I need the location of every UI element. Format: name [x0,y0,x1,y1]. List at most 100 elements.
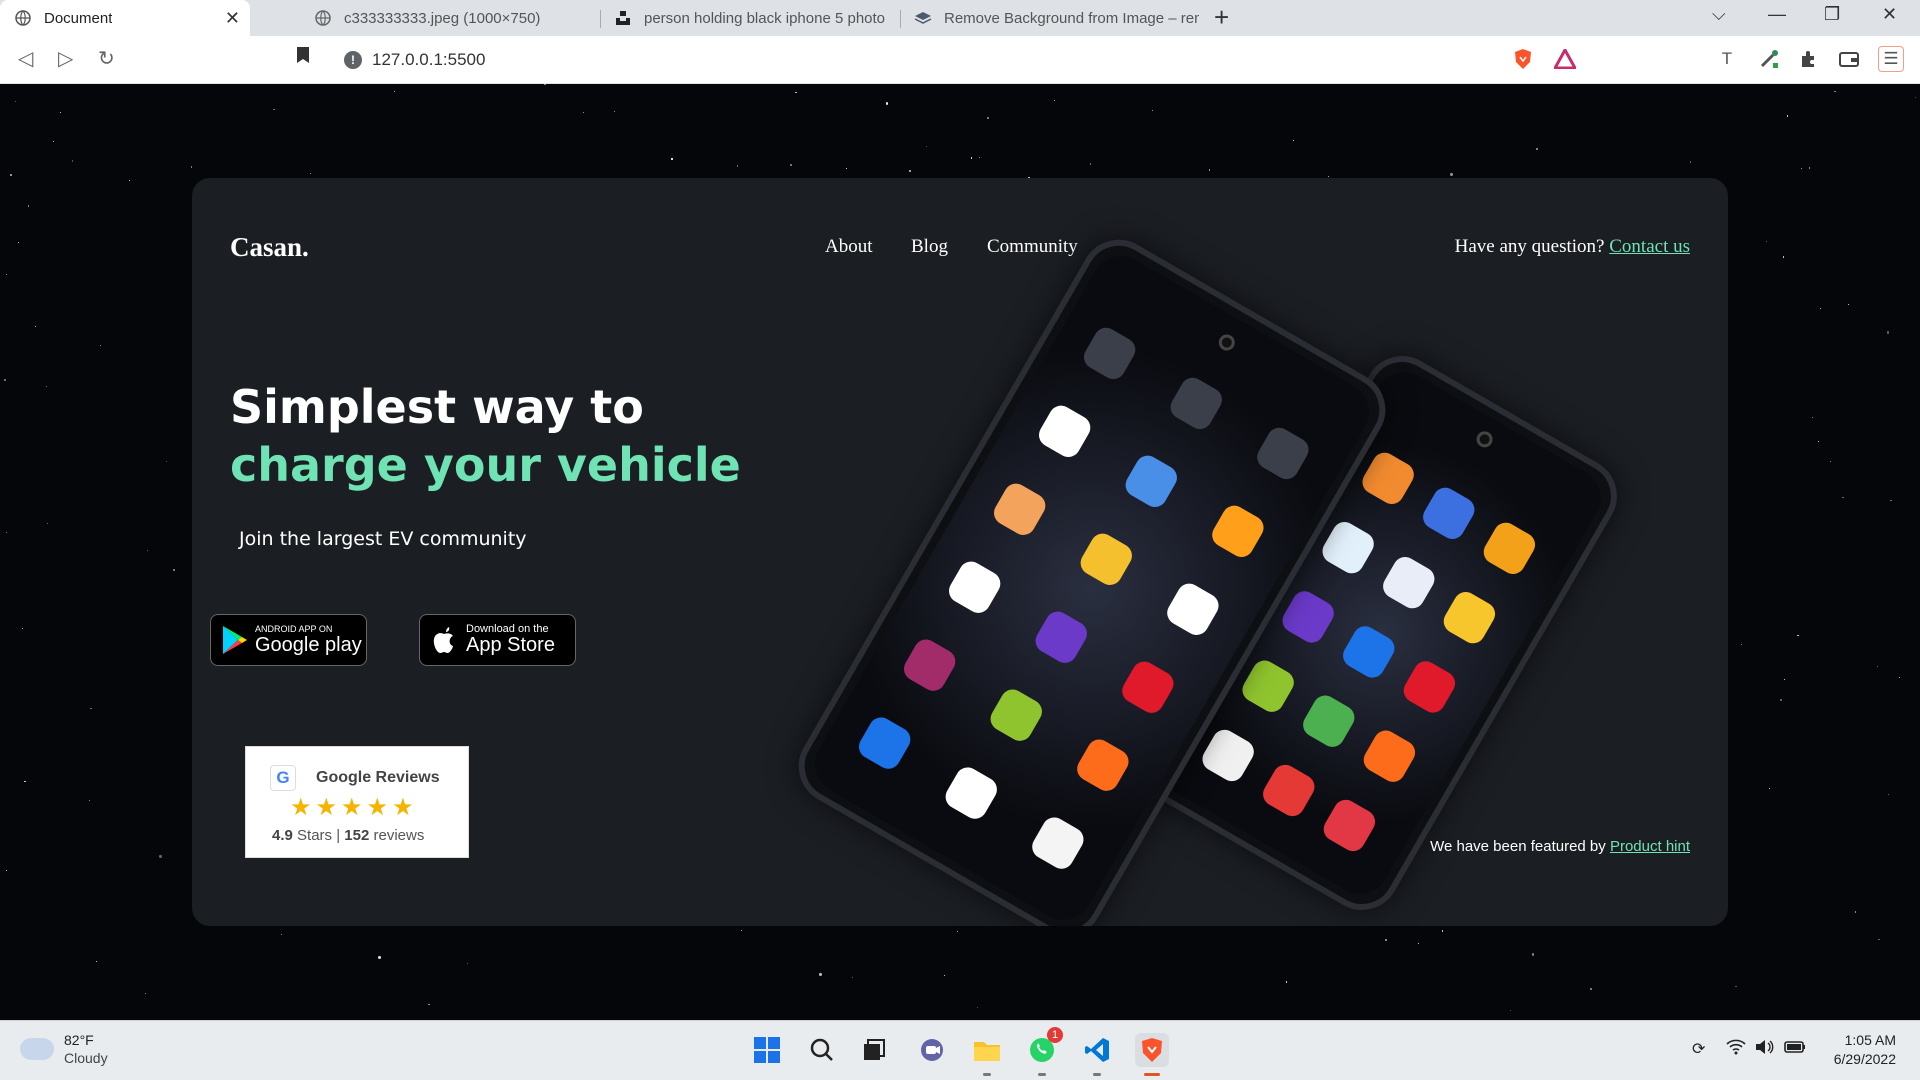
clock-time: 1:05 AM [1844,1032,1896,1048]
page-background: Casan. About Blog Community Have any que… [0,84,1920,1020]
extension-picker-icon[interactable] [1756,46,1782,72]
star [1784,679,1786,681]
extensions-puzzle-icon[interactable] [1796,46,1822,72]
file-explorer-icon[interactable] [970,1033,1004,1067]
browser-tab-bar: Document ✕ c333333333.jpeg (1000×750) pe… [0,0,1920,36]
brave-rewards-icon[interactable] [1552,46,1578,72]
tab-title: person holding black iphone 5 photo [644,9,886,27]
wifi-icon[interactable] [1726,1039,1746,1060]
contact-prompt: Have any question? Contact us [1455,236,1690,258]
star [1915,97,1917,99]
running-indicator [983,1073,991,1076]
task-view-icon[interactable] [857,1033,891,1067]
star [976,1006,979,1008]
google-reviews-widget[interactable]: G Google Reviews ★★★★★ 4.9 Stars | 152 r… [245,746,469,858]
tab-title: Document [44,9,113,27]
tab-remove-bg[interactable]: Remove Background from Image – rem [900,0,1200,36]
forward-icon[interactable]: ▷ [58,46,73,71]
wallet-icon[interactable] [1836,46,1862,72]
star [971,157,973,159]
app-store-badge[interactable]: Download on the App Store [419,614,576,666]
star [1818,441,1820,443]
sync-icon[interactable]: ⟳ [1692,1039,1705,1059]
star [1328,175,1330,177]
contact-us-link[interactable]: Contact us [1609,236,1690,257]
weather-widget[interactable]: 82°F Cloudy [20,1031,108,1067]
star [613,111,615,113]
tab-title: Remove Background from Image – rem [944,9,1199,27]
new-tab-button[interactable]: + [1214,2,1229,33]
star [378,956,381,959]
star [59,112,61,114]
vscode-icon[interactable] [1080,1033,1114,1067]
close-window-button[interactable]: ✕ [1882,4,1897,25]
reload-icon[interactable]: ↻ [98,46,115,71]
featured-text: We have been featured by [1430,838,1606,855]
star [943,975,945,977]
star [1878,939,1880,941]
globe-icon [14,9,32,27]
star [671,158,673,160]
star [1812,417,1814,419]
apple-icon [433,627,453,653]
star [28,205,30,207]
hero-heading: Simplest way to charge your vehicle [230,378,741,494]
star [1450,173,1453,176]
tab-search-chevron-icon[interactable]: ⌵ [1712,4,1726,25]
star [819,973,822,976]
battery-icon[interactable] [1784,1039,1806,1060]
star [428,1003,430,1006]
minimize-button[interactable]: — [1768,4,1786,25]
teams-chat-icon[interactable] [915,1033,949,1067]
windows-taskbar: 82°F Cloudy 1 ⟳ 1:05 AM 6/29/2022 [0,1020,1920,1080]
hero-line-1: Simplest way to [230,380,644,434]
app-store-small: Download on the [466,623,549,635]
star [1292,139,1294,142]
search-icon[interactable] [805,1033,839,1067]
star [909,170,911,172]
star [1535,147,1539,151]
reviews-label: reviews [373,827,425,844]
reviews-count: 152 [344,827,370,844]
back-icon[interactable]: ◁ [18,46,33,71]
question-text: Have any question? [1454,236,1605,257]
hero-card: Casan. About Blog Community Have any que… [192,178,1728,926]
reader-mode-icon[interactable]: T [1714,46,1740,72]
google-play-badge[interactable]: ANDROID APP ON Google play [210,614,367,666]
brave-shield-icon[interactable] [1510,46,1536,72]
rating-value: 4.9 [272,827,293,844]
star [466,962,468,965]
star [1787,115,1789,117]
rating-stars-icon: ★★★★★ [290,794,418,821]
address-bar[interactable]: ! 127.0.0.1:5500 [330,44,1590,76]
site-logo[interactable]: Casan. [230,232,309,263]
product-hint-link[interactable]: Product hint [1610,838,1690,855]
close-icon[interactable]: ✕ [225,8,240,29]
tab-unsplash[interactable]: person holding black iphone 5 photo [600,0,900,36]
star [1765,240,1767,242]
star [544,84,546,86]
star [1854,911,1857,913]
star [273,108,275,110]
restore-button[interactable]: ❐ [1824,4,1840,25]
site-info-icon[interactable]: ! [344,51,362,69]
system-clock[interactable]: 1:05 AM 6/29/2022 [1834,1031,1896,1069]
star [71,160,73,162]
whatsapp-icon[interactable]: 1 [1025,1027,1063,1067]
tab-jpeg[interactable]: c333333333.jpeg (1000×750) [300,0,590,36]
weather-condition: Cloudy [64,1050,108,1066]
menu-icon[interactable]: ☰ [1878,46,1904,72]
tab-document[interactable]: Document ✕ [0,0,250,36]
bookmark-icon[interactable] [296,46,310,70]
star [1590,988,1592,990]
star [1689,161,1692,163]
star [1286,981,1288,983]
cloud-icon [20,1038,54,1060]
star [1531,953,1535,956]
star [47,523,49,525]
star [90,707,92,709]
rating-label: Stars [297,827,333,844]
volume-icon[interactable] [1755,1039,1775,1060]
windows-start-icon[interactable] [750,1033,784,1067]
brave-browser-icon[interactable] [1135,1033,1169,1067]
